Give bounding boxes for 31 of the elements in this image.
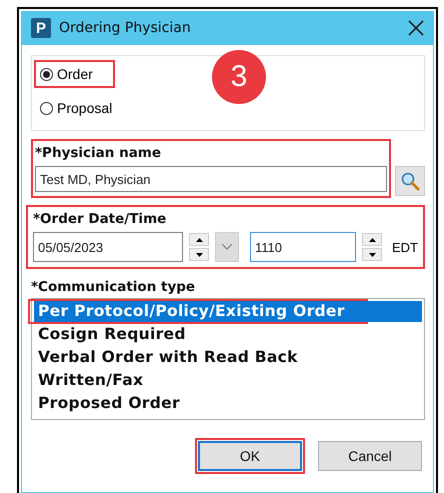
physician-name-field[interactable]: Test MD, Physician [35, 166, 387, 192]
app-icon: P [31, 18, 51, 38]
search-icon [400, 171, 420, 191]
field-label: *Order Date/Time [33, 211, 168, 227]
spin-down-button[interactable] [362, 248, 382, 261]
down-arrow-icon [196, 252, 202, 256]
window-title: Ordering Physician [59, 20, 192, 36]
field-label: *Physician name [35, 145, 162, 161]
up-arrow-icon [196, 238, 202, 242]
dialog-button[interactable]: Cancel [318, 441, 422, 471]
radio-option[interactable]: Order [40, 66, 93, 82]
chevron-down-icon [222, 244, 232, 250]
time-field[interactable]: 1110 [250, 232, 356, 262]
list-item[interactable]: Verbal Order with Read Back [34, 347, 370, 368]
list-item[interactable]: Cosign Required [34, 324, 370, 345]
timezone-label: EDT [392, 240, 418, 254]
up-arrow-icon [368, 238, 376, 242]
date-field[interactable]: 05/05/2023 [33, 232, 183, 262]
list-item[interactable]: Proposed Order [34, 393, 370, 414]
radio-option[interactable]: Proposal [40, 100, 112, 116]
close-icon[interactable] [408, 20, 424, 36]
step-badge: 3 [212, 50, 266, 104]
spin-down-button[interactable] [189, 248, 209, 261]
down-arrow-icon [368, 252, 376, 256]
field-label: *Communication type [31, 279, 196, 295]
spin-up-button[interactable] [362, 233, 382, 246]
spin-up-button[interactable] [189, 233, 209, 246]
list-item[interactable]: Written/Fax [34, 370, 370, 391]
search-button[interactable] [395, 166, 425, 196]
dialog-button[interactable]: OK [198, 441, 302, 471]
list-item[interactable]: Per Protocol/Policy/Existing Order [34, 301, 422, 322]
